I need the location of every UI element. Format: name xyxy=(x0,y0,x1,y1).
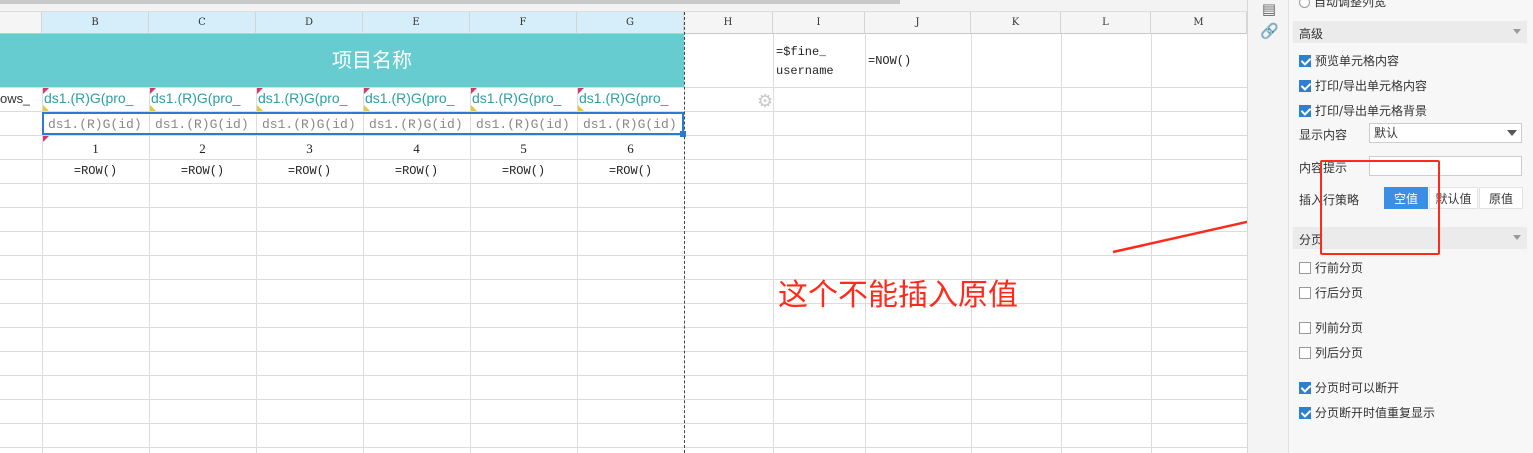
checkbox-icon[interactable] xyxy=(1299,287,1311,299)
checkbox-icon[interactable] xyxy=(1299,55,1311,67)
checkbox-icon[interactable] xyxy=(1299,347,1311,359)
collapse-icon[interactable] xyxy=(1513,235,1521,240)
checkbox-icon[interactable] xyxy=(1299,105,1311,117)
display-select-value: 默认 xyxy=(1374,126,1399,140)
break-allowed-label: 分页时可以断开 xyxy=(1315,381,1400,395)
col-after-label: 列后分页 xyxy=(1315,346,1364,360)
radio-icon[interactable] xyxy=(1299,0,1310,8)
insert-original-option[interactable]: 原值 xyxy=(1479,187,1523,209)
checkbox-icon[interactable] xyxy=(1299,322,1311,334)
chevron-down-icon[interactable] xyxy=(1507,130,1517,136)
print-bg-label: 打印/导出单元格背景 xyxy=(1315,104,1428,118)
col-before-option[interactable]: 列前分页 xyxy=(1299,319,1363,336)
row-after-label: 行后分页 xyxy=(1315,286,1364,300)
print-cell-option[interactable]: 打印/导出单元格内容 xyxy=(1299,77,1427,94)
repeat-on-break-label: 分页断开时值重复显示 xyxy=(1315,406,1436,420)
row-before-label: 行前分页 xyxy=(1315,261,1364,275)
break-allowed-option[interactable]: 分页时可以断开 xyxy=(1299,379,1399,396)
document-icon[interactable]: ▤ xyxy=(1260,0,1278,18)
row-after-option[interactable]: 行后分页 xyxy=(1299,284,1363,301)
col-after-option[interactable]: 列后分页 xyxy=(1299,344,1363,361)
checkbox-icon[interactable] xyxy=(1299,80,1311,92)
checkbox-icon[interactable] xyxy=(1299,407,1311,419)
app-root: B C D E F G H I J K L M 项目名称 ows_ ds1.(R… xyxy=(0,0,1533,453)
row-before-option[interactable]: 行前分页 xyxy=(1299,259,1363,276)
preview-cell-option[interactable]: 预览单元格内容 xyxy=(1299,52,1399,69)
side-toolbar: ▤ 🔗 xyxy=(1247,0,1288,453)
auto-width-option[interactable]: 自动调整列宽 xyxy=(1299,0,1386,10)
collapse-icon[interactable] xyxy=(1513,29,1521,34)
display-select[interactable]: 默认 xyxy=(1369,123,1522,143)
link-icon[interactable]: 🔗 xyxy=(1260,22,1279,40)
display-label: 显示内容 xyxy=(1299,128,1348,142)
advanced-section-label: 高级 xyxy=(1299,27,1324,41)
print-cell-label: 打印/导出单元格内容 xyxy=(1315,79,1428,93)
preview-cell-label: 预览单元格内容 xyxy=(1315,54,1400,68)
repeat-on-break-option[interactable]: 分页断开时值重复显示 xyxy=(1299,404,1435,421)
highlight-box xyxy=(1320,160,1440,255)
col-before-label: 列前分页 xyxy=(1315,321,1364,335)
print-bg-option[interactable]: 打印/导出单元格背景 xyxy=(1299,102,1427,119)
checkbox-icon[interactable] xyxy=(1299,262,1311,274)
auto-width-label: 自动调整列宽 xyxy=(1314,0,1387,9)
checkbox-icon[interactable] xyxy=(1299,382,1311,394)
advanced-section-header[interactable]: 高级 xyxy=(1293,21,1527,43)
